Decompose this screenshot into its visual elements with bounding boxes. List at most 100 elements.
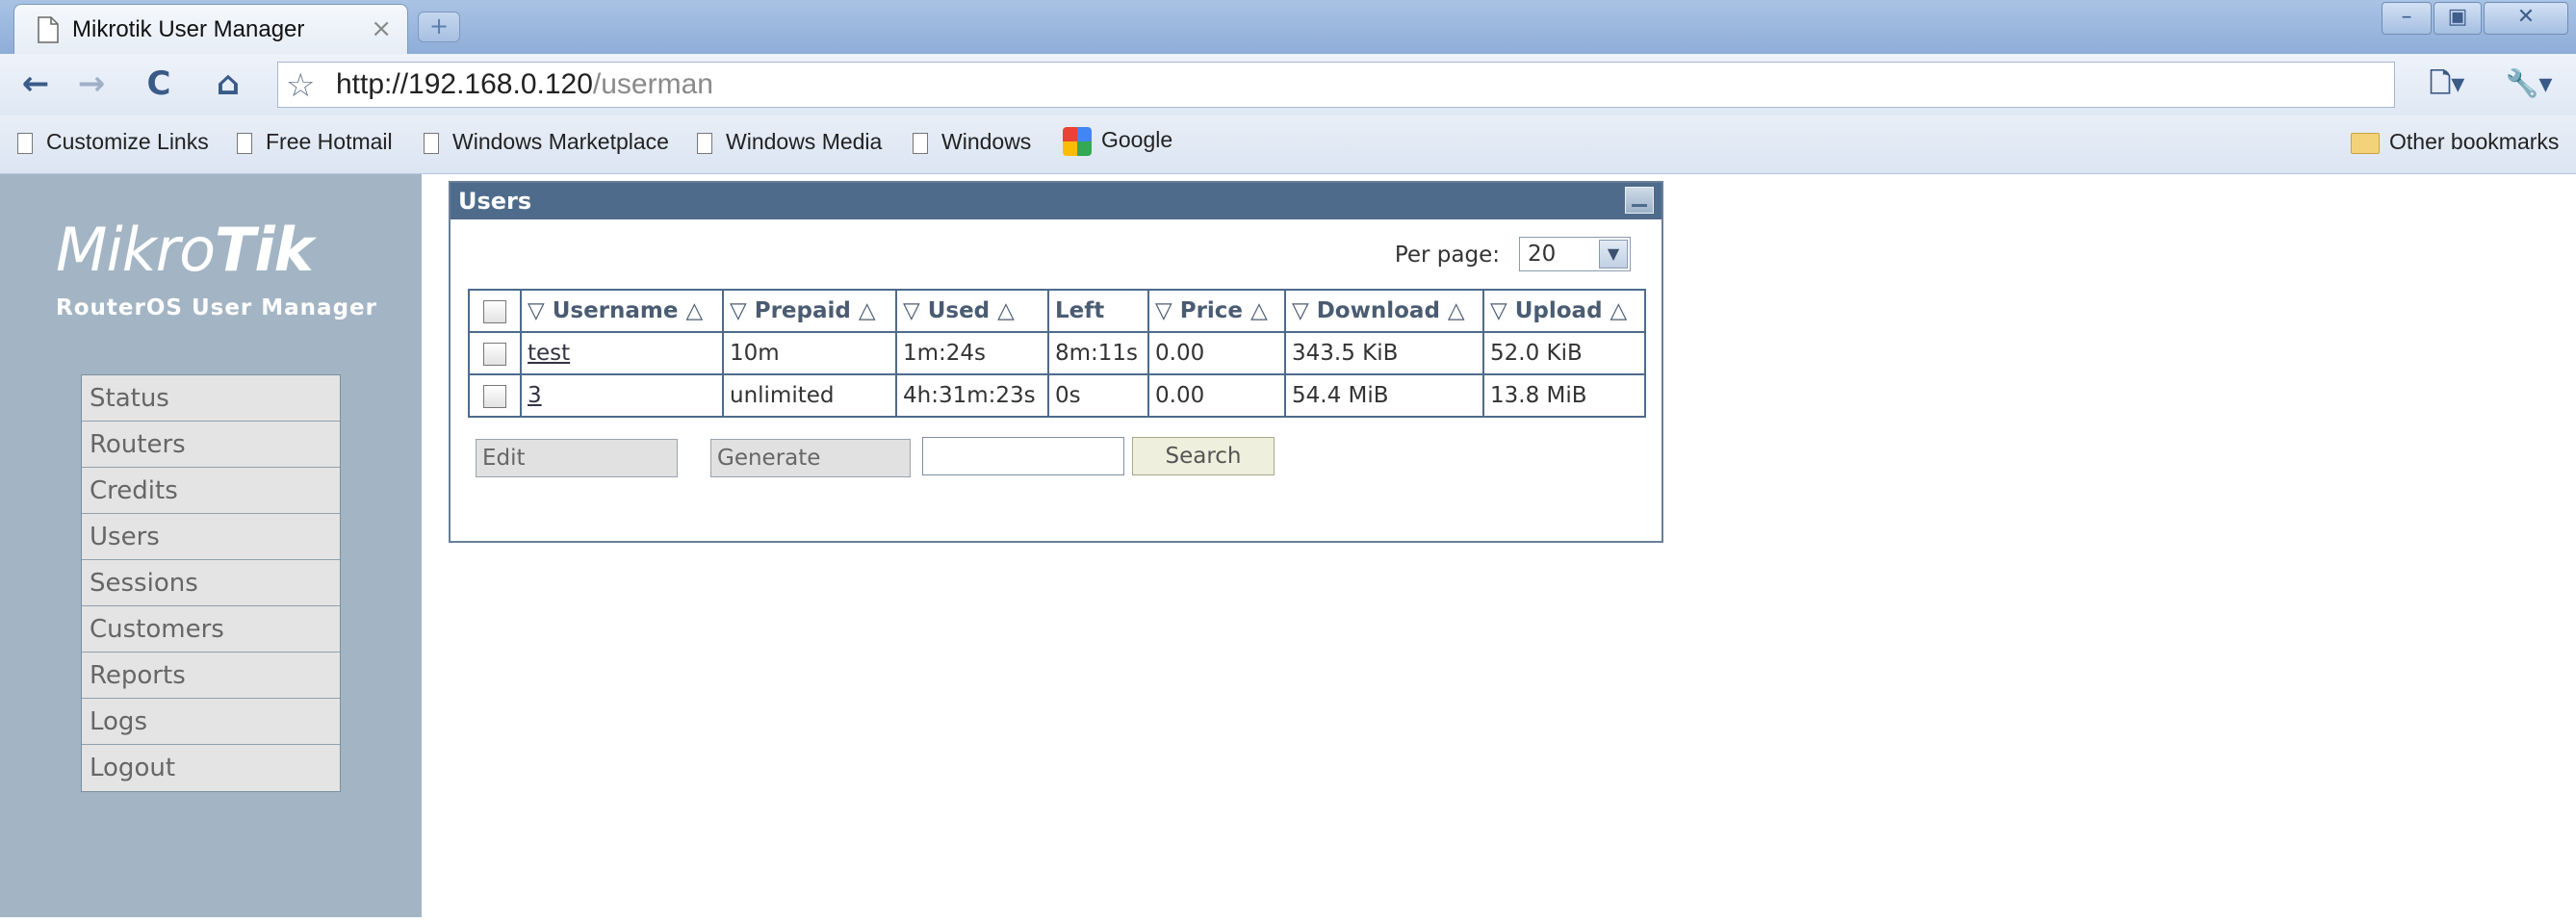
bookmark-windows[interactable]: Windows bbox=[913, 129, 1031, 155]
left-cell: 8m:11s bbox=[1047, 331, 1149, 375]
upload-cell: 13.8 MiB bbox=[1482, 373, 1646, 418]
wrench-menu-icon[interactable]: 🔧▾ bbox=[2495, 62, 2563, 108]
minimize-panel-button[interactable] bbox=[1625, 187, 1654, 214]
menu-item-credits[interactable]: Credits bbox=[82, 468, 340, 514]
menu-item-status[interactable]: Status bbox=[82, 375, 340, 422]
used-cell: 1m:24s bbox=[895, 331, 1049, 375]
window-close-button[interactable]: ✕ bbox=[2484, 2, 2568, 35]
bookmarks-bar: Customize Links Free Hotmail Windows Mar… bbox=[0, 115, 2576, 174]
page-icon bbox=[913, 132, 928, 154]
other-bookmarks[interactable]: Other bookmarks bbox=[2351, 129, 2559, 155]
browser-tab[interactable]: Mikrotik User Manager × bbox=[13, 4, 408, 54]
menu-item-logout[interactable]: Logout bbox=[82, 745, 340, 791]
row-select-cell bbox=[468, 331, 522, 375]
page-icon bbox=[38, 16, 59, 43]
tab-title: Mikrotik User Manager bbox=[72, 16, 305, 42]
home-icon[interactable]: ⌂ bbox=[204, 62, 252, 108]
mikrotik-logo: MikroTik bbox=[56, 215, 314, 285]
sort-asc-icon[interactable]: △ bbox=[686, 298, 704, 323]
users-table: ▽ Username △ ▽ Prepaid △ ▽ Used △ Left ▽… bbox=[468, 289, 1646, 418]
sort-asc-icon[interactable]: △ bbox=[1250, 298, 1268, 323]
row-select-cell bbox=[468, 373, 522, 418]
table-row: 3 unlimited 4h:31m:23s 0s 0.00 54.4 MiB … bbox=[468, 373, 1646, 418]
per-page-label: Per page: bbox=[1394, 243, 1500, 268]
sort-asc-icon[interactable]: △ bbox=[1448, 298, 1465, 323]
bookmark-star-icon[interactable]: ☆ bbox=[286, 66, 315, 105]
sort-desc-icon[interactable]: ▽ bbox=[730, 298, 747, 323]
username-cell: 3 bbox=[520, 373, 724, 418]
panel-header: Users bbox=[451, 183, 1662, 219]
bookmark-google[interactable]: Google bbox=[1063, 127, 1172, 156]
prepaid-cell: unlimited bbox=[722, 373, 897, 418]
forward-icon[interactable]: → bbox=[67, 62, 116, 108]
page-menu-icon[interactable]: 🗋▾ bbox=[2416, 62, 2478, 108]
column-header-used: ▽ Used △ bbox=[895, 289, 1049, 333]
edit-button[interactable]: Edit bbox=[476, 439, 678, 477]
tab-close-icon[interactable]: × bbox=[371, 14, 392, 43]
bookmark-free-hotmail[interactable]: Free Hotmail bbox=[237, 129, 393, 155]
sort-asc-icon[interactable]: △ bbox=[859, 298, 876, 323]
window-minimize-button[interactable]: – bbox=[2382, 2, 2432, 35]
menu-item-routers[interactable]: Routers bbox=[82, 422, 340, 468]
bookmark-windows-marketplace[interactable]: Windows Marketplace bbox=[424, 129, 669, 155]
back-icon[interactable]: ← bbox=[12, 62, 60, 108]
panel-title: Users bbox=[458, 188, 532, 215]
page-icon bbox=[424, 132, 439, 154]
bookmark-windows-media[interactable]: Windows Media bbox=[697, 129, 882, 155]
url-text[interactable]: http://192.168.0.120/userman bbox=[336, 68, 713, 101]
sort-desc-icon[interactable]: ▽ bbox=[1292, 298, 1309, 323]
select-all-header bbox=[468, 289, 522, 333]
sort-asc-icon[interactable]: △ bbox=[997, 298, 1015, 323]
per-page-value: 20 bbox=[1528, 242, 1557, 267]
sort-desc-icon[interactable]: ▽ bbox=[903, 298, 920, 323]
folder-icon bbox=[2351, 132, 2380, 154]
username-cell: test bbox=[520, 331, 724, 375]
menu-item-sessions[interactable]: Sessions bbox=[82, 560, 340, 606]
select-all-checkbox[interactable] bbox=[483, 299, 506, 323]
page-icon bbox=[237, 132, 252, 154]
menu-item-customers[interactable]: Customers bbox=[82, 606, 340, 653]
sort-asc-icon[interactable]: △ bbox=[1610, 298, 1628, 323]
chevron-down-icon[interactable]: ▼ bbox=[1599, 240, 1628, 269]
search-input[interactable] bbox=[922, 437, 1124, 475]
table-header-row: ▽ Username △ ▽ Prepaid △ ▽ Used △ Left ▽… bbox=[468, 289, 1646, 333]
left-cell: 0s bbox=[1047, 373, 1149, 418]
page-icon bbox=[697, 132, 712, 154]
per-page-select[interactable]: 20 ▼ bbox=[1519, 237, 1631, 271]
price-cell: 0.00 bbox=[1147, 373, 1286, 418]
column-header-price: ▽ Price △ bbox=[1147, 289, 1286, 333]
download-cell: 54.4 MiB bbox=[1284, 373, 1484, 418]
window-maximize-button[interactable]: ▣ bbox=[2434, 2, 2482, 35]
bookmark-customize-links[interactable]: Customize Links bbox=[17, 129, 209, 155]
search-button[interactable]: Search bbox=[1132, 437, 1275, 475]
users-panel: Users Per page: 20 ▼ ▽ Username △ ▽ Prep… bbox=[449, 181, 1663, 543]
main-menu: Status Routers Credits Users Sessions Cu… bbox=[81, 374, 341, 792]
table-row: test 10m 1m:24s 8m:11s 0.00 343.5 KiB 52… bbox=[468, 331, 1646, 375]
column-header-left: Left bbox=[1047, 289, 1149, 333]
reload-icon[interactable]: C bbox=[135, 62, 183, 108]
window-titlebar: Mikrotik User Manager × + – ▣ ✕ bbox=[0, 0, 2576, 54]
download-cell: 343.5 KiB bbox=[1284, 331, 1484, 375]
price-cell: 0.00 bbox=[1147, 331, 1286, 375]
menu-item-users[interactable]: Users bbox=[82, 514, 340, 560]
sidebar: MikroTik RouterOS User Manager Status Ro… bbox=[0, 174, 422, 917]
menu-item-logs[interactable]: Logs bbox=[82, 699, 340, 745]
username-link[interactable]: test bbox=[528, 341, 570, 366]
google-icon bbox=[1063, 127, 1092, 156]
row-checkbox[interactable] bbox=[483, 384, 506, 408]
used-cell: 4h:31m:23s bbox=[895, 373, 1049, 418]
generate-button[interactable]: Generate bbox=[710, 439, 911, 477]
row-checkbox[interactable] bbox=[483, 342, 506, 366]
logo-subtitle: RouterOS User Manager bbox=[56, 295, 377, 320]
address-bar[interactable]: ☆ http://192.168.0.120/userman bbox=[277, 62, 2395, 108]
column-header-download: ▽ Download △ bbox=[1284, 289, 1484, 333]
sort-desc-icon[interactable]: ▽ bbox=[528, 298, 545, 323]
username-link[interactable]: 3 bbox=[528, 383, 542, 408]
menu-item-reports[interactable]: Reports bbox=[82, 653, 340, 699]
page-icon bbox=[17, 132, 33, 154]
sort-desc-icon[interactable]: ▽ bbox=[1155, 298, 1172, 323]
new-tab-button[interactable]: + bbox=[418, 12, 460, 42]
sort-desc-icon[interactable]: ▽ bbox=[1490, 298, 1507, 323]
column-header-prepaid: ▽ Prepaid △ bbox=[722, 289, 897, 333]
column-header-username: ▽ Username △ bbox=[520, 289, 724, 333]
